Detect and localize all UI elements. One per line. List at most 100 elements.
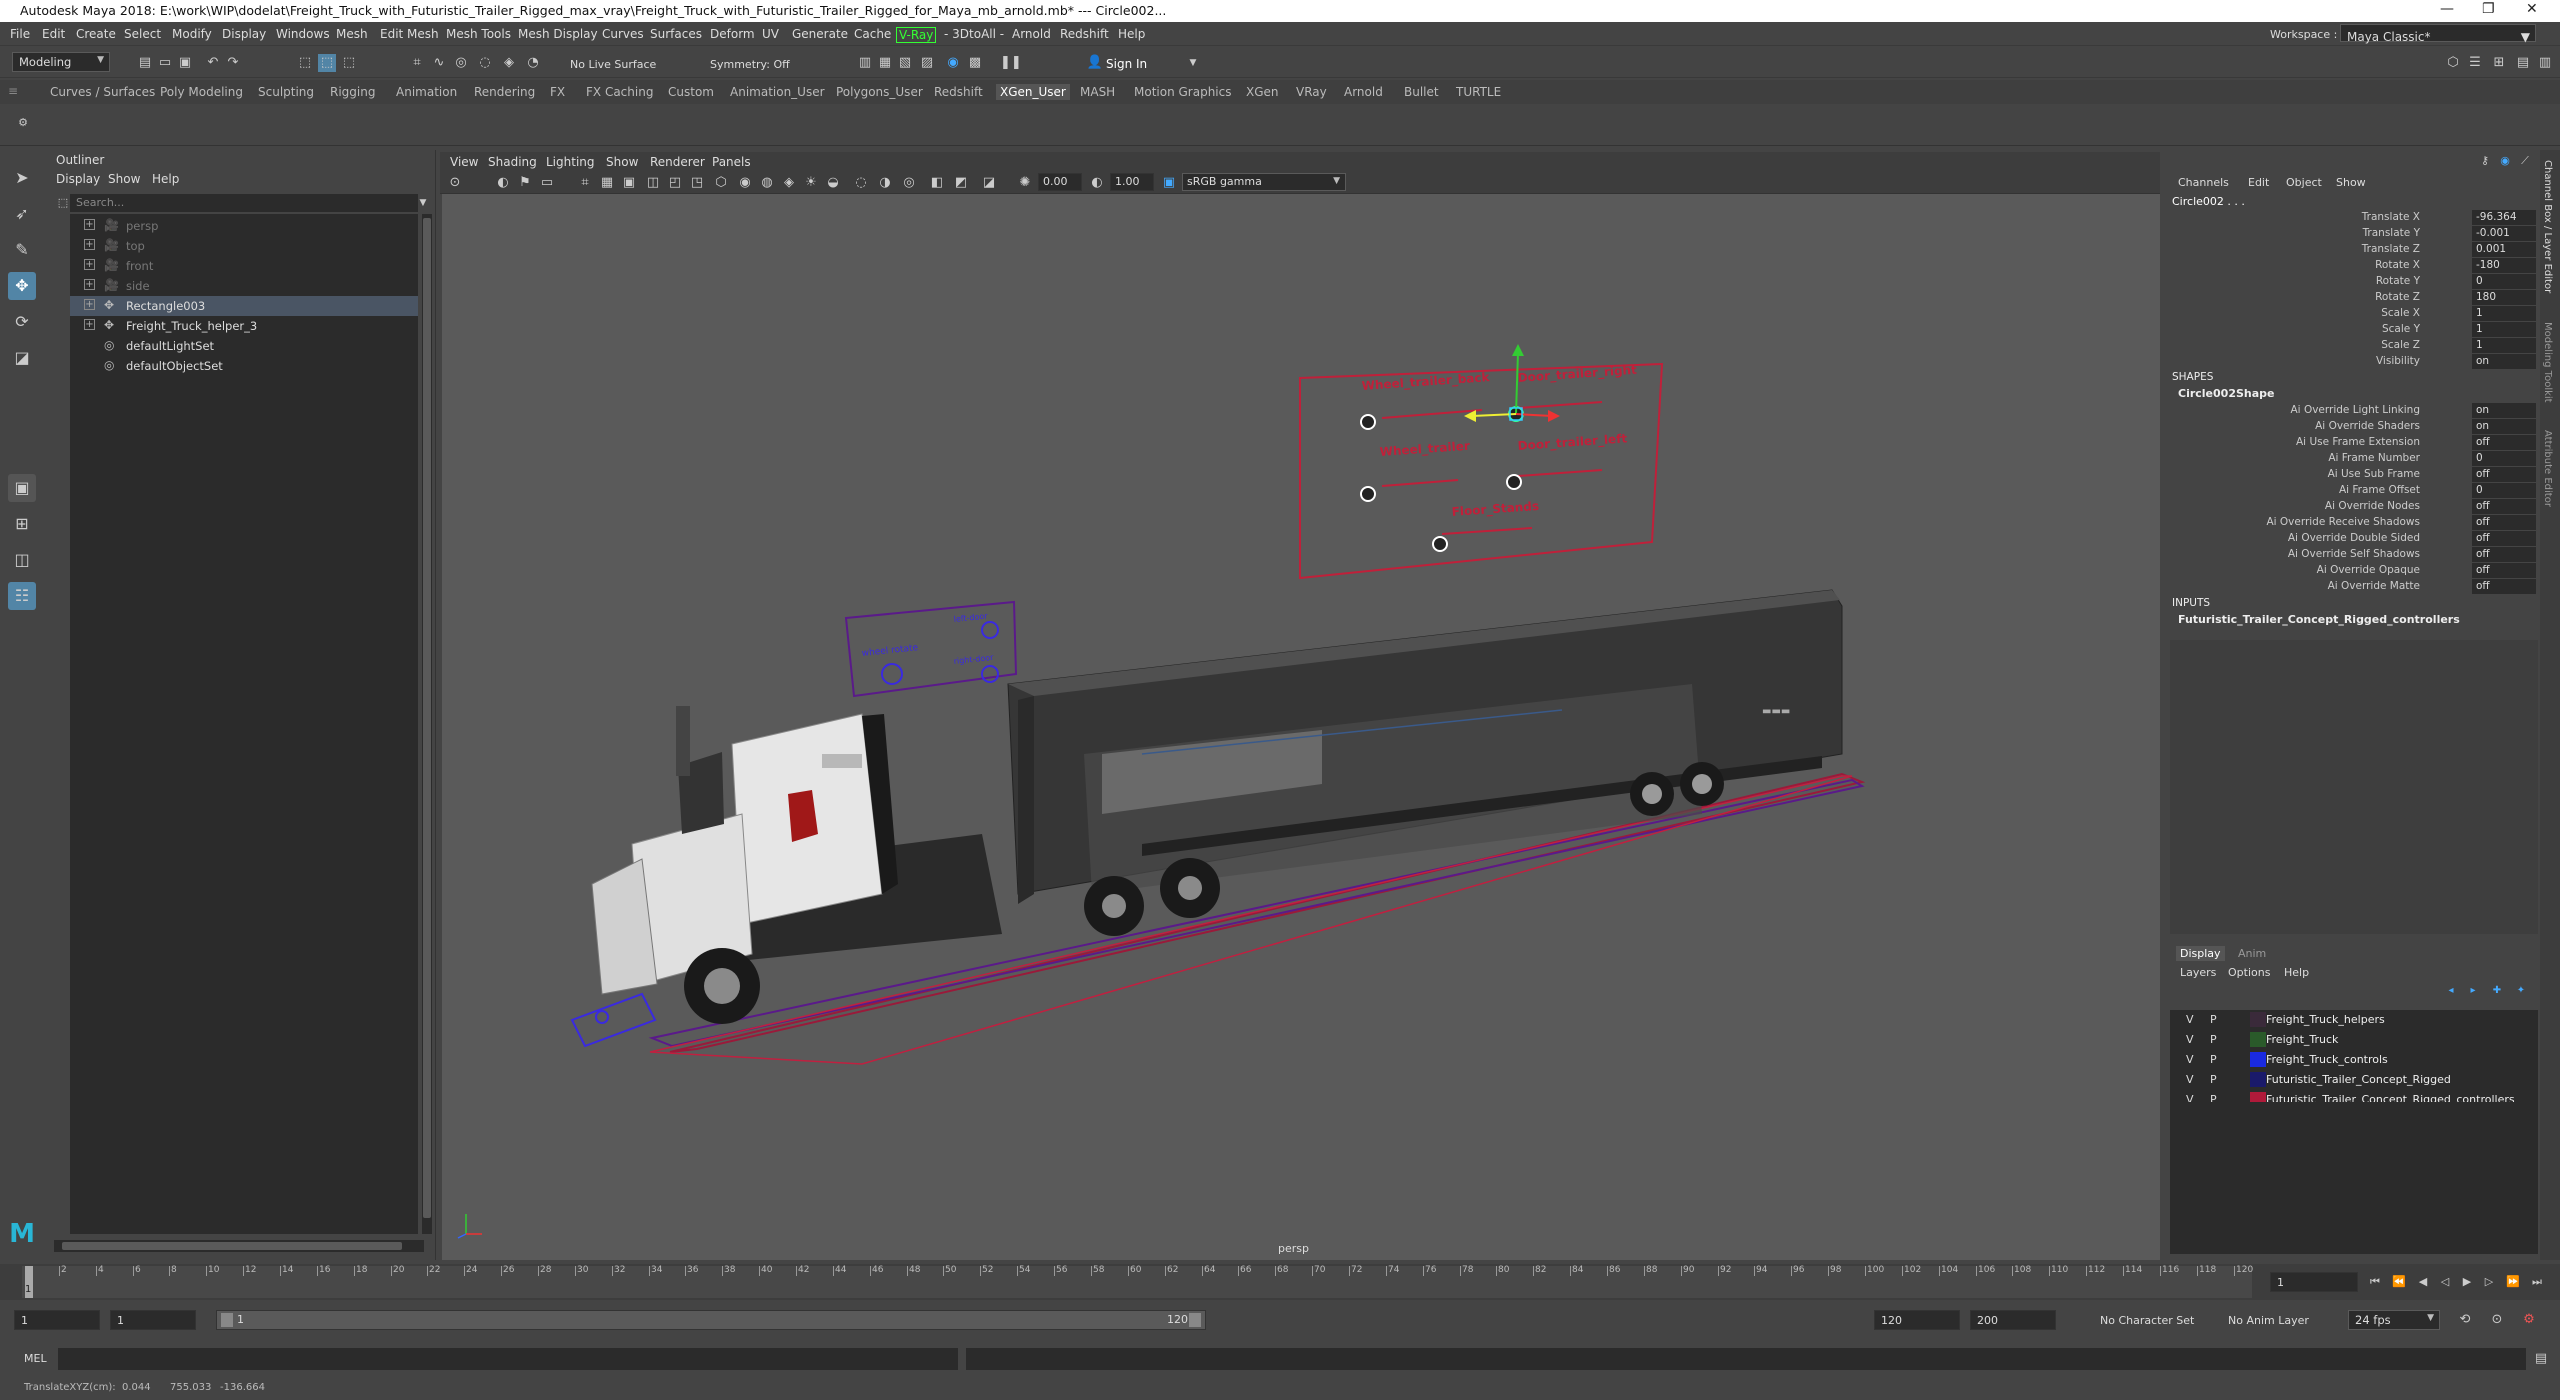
hypershade-icon[interactable]: ◉ <box>944 54 962 72</box>
cb-attr-value[interactable]: off <box>2472 579 2536 594</box>
cb-attr-value[interactable]: off <box>2472 499 2536 514</box>
xray-icon[interactable]: ◩ <box>952 174 970 192</box>
scrollbar-thumb[interactable] <box>423 218 431 1218</box>
left-door-controller[interactable] <box>981 621 999 639</box>
layer-playback-toggle[interactable]: P <box>2210 1033 2217 1046</box>
menu-mesh-tools[interactable]: Mesh Tools <box>446 27 511 41</box>
layer-visibility-toggle[interactable]: V <box>2186 1033 2194 1046</box>
cb-attr-value[interactable]: 0 <box>2472 483 2536 498</box>
range-handle-left[interactable] <box>221 1313 233 1327</box>
menu-create[interactable]: Create <box>76 27 116 41</box>
cb-attr-row[interactable]: Ai Frame Offset 0 <box>2168 483 2540 499</box>
cb-attr-row[interactable]: Translate Z 0.001 <box>2168 242 2540 258</box>
tab-motion-graphics[interactable]: Motion Graphics <box>1134 85 1232 99</box>
outliner-layout-icon[interactable]: ☷ <box>8 582 36 610</box>
cb-attr-row[interactable]: Scale Z 1 <box>2168 338 2540 354</box>
cb-attr-value[interactable]: 1 <box>2472 306 2536 321</box>
outliner-item[interactable]: ◎ defaultLightSet <box>70 336 418 356</box>
current-frame-field[interactable]: 1 <box>2270 1272 2358 1292</box>
menu-help[interactable]: Help <box>1118 27 1145 41</box>
cb-attr-value[interactable]: 1 <box>2472 322 2536 337</box>
tab-animation-user[interactable]: Animation_User <box>730 85 825 99</box>
outliner-hscrollbar[interactable] <box>54 1240 424 1252</box>
snap-live-icon[interactable]: ◔ <box>524 54 542 72</box>
cb-attr-row[interactable]: Visibility on <box>2168 354 2540 370</box>
cb-attr-row[interactable]: Translate X -96.364 <box>2168 210 2540 226</box>
cb-attr-row[interactable]: Ai Override Double Sided off <box>2168 531 2540 547</box>
select-tool-icon[interactable]: ➤ <box>8 164 36 192</box>
vp-menu-show[interactable]: Show <box>606 155 638 169</box>
tab-attribute-editor[interactable]: Attribute Editor <box>2542 430 2553 507</box>
end-time-field[interactable]: 200 <box>1970 1310 2056 1330</box>
cb-attr-value[interactable]: 0.001 <box>2472 242 2536 257</box>
key-icon[interactable]: ⚷ <box>2476 152 2494 170</box>
layer-row[interactable]: V P Freight_Truck_helpers <box>2170 1010 2538 1030</box>
settings-icon[interactable]: ◉ <box>2496 152 2514 170</box>
move-layer-up-icon[interactable]: ◂ <box>2442 982 2460 1000</box>
film-gate-icon[interactable]: ▦ <box>598 174 616 192</box>
exposure-field[interactable]: 0.00 <box>1038 173 1082 191</box>
cb-attr-value[interactable]: off <box>2472 515 2536 530</box>
layer-editor-icon[interactable]: ▥ <box>2536 54 2554 72</box>
tab-xgen-user[interactable]: XGen_User <box>996 84 1070 100</box>
tab-fx[interactable]: FX <box>550 85 565 99</box>
isolate-select-icon[interactable]: ◧ <box>928 174 946 192</box>
preferences-icon[interactable]: ⚙ <box>2520 1311 2538 1329</box>
scale-tool-icon[interactable]: ◪ <box>8 344 36 372</box>
safe-action-icon[interactable]: ◰ <box>666 174 684 192</box>
undo-icon[interactable]: ↶ <box>204 54 222 72</box>
manipulator-z-arrow[interactable] <box>1548 410 1560 422</box>
cb-attr-row[interactable]: Rotate Y 0 <box>2168 274 2540 290</box>
cb-attr-row[interactable]: Ai Use Sub Frame off <box>2168 467 2540 483</box>
tool-settings-icon[interactable]: ⊞ <box>2490 54 2508 72</box>
anim-layer-dropdown[interactable]: No Anim Layer <box>2228 1314 2309 1327</box>
cb-attr-value[interactable]: off <box>2472 547 2536 562</box>
outliner-item[interactable]: ◎ defaultObjectSet <box>70 356 418 376</box>
menu-cache[interactable]: Cache <box>854 27 891 41</box>
four-view-icon[interactable]: ⊞ <box>8 510 36 538</box>
expand-icon[interactable]: + <box>84 219 95 230</box>
snap-curve-icon[interactable]: ∿ <box>430 54 448 72</box>
layer-row[interactable]: V P Freight_Truck_controls <box>2170 1050 2538 1070</box>
menu-select[interactable]: Select <box>124 27 161 41</box>
cb-menu-channels[interactable]: Channels <box>2178 176 2229 189</box>
scene-view[interactable]: ▬▬▬ left-door wheel rotate right-door Wh… <box>442 194 2160 1260</box>
outliner-menu-show[interactable]: Show <box>108 172 140 186</box>
layer-color-swatch[interactable] <box>2250 1052 2266 1067</box>
menu-modify[interactable]: Modify <box>172 27 212 41</box>
mode-dropdown[interactable]: Modeling ▼ <box>12 52 110 72</box>
outliner-item[interactable]: + ✥ Rectangle003 <box>70 296 418 316</box>
cb-attr-row[interactable]: Ai Use Frame Extension off <box>2168 435 2540 451</box>
viewport-persp[interactable]: ▬▬▬ left-door wheel rotate right-door Wh… <box>442 194 2160 1260</box>
command-input[interactable] <box>58 1348 958 1370</box>
tab-turtle[interactable]: TURTLE <box>1456 85 1501 99</box>
shelf-options-icon[interactable]: ≡ <box>8 84 18 98</box>
wireframe-icon[interactable]: ⬡ <box>712 174 730 192</box>
menu-generate[interactable]: Generate <box>792 27 848 41</box>
outliner-item[interactable]: + 🎥 front <box>70 256 418 276</box>
front-controller[interactable] <box>570 992 657 1048</box>
anti-alias-icon[interactable]: ◎ <box>900 174 918 192</box>
cb-attr-value[interactable]: -96.364 <box>2472 210 2536 225</box>
attribute-editor-icon[interactable]: ☰ <box>2466 54 2484 72</box>
render-view-icon[interactable]: ▩ <box>966 54 984 72</box>
cb-attr-row[interactable]: Ai Override Opaque off <box>2168 563 2540 579</box>
lasso-tool-icon[interactable]: ➶ <box>8 200 36 228</box>
scrollbar-thumb[interactable] <box>62 1242 402 1250</box>
go-to-start-icon[interactable]: ⏮ <box>2366 1273 2384 1291</box>
single-view-icon[interactable]: ▣ <box>8 474 36 502</box>
cb-attr-value[interactable]: 0 <box>2472 274 2536 289</box>
cb-attr-row[interactable]: Ai Override Matte off <box>2168 579 2540 595</box>
color-space-dropdown[interactable]: sRGB gamma ▼ <box>1182 173 1346 191</box>
tab-custom[interactable]: Custom <box>668 85 714 99</box>
camera-attributes-icon[interactable]: ◐ <box>494 174 512 192</box>
auto-key-icon[interactable]: ⊙ <box>2488 1311 2506 1329</box>
tab-vray[interactable]: VRay <box>1296 85 1327 99</box>
menu-surfaces[interactable]: Surfaces <box>650 27 702 41</box>
redo-icon[interactable]: ↷ <box>224 54 242 72</box>
tab-modeling-toolkit[interactable]: Modeling Toolkit <box>2542 322 2553 403</box>
menu-file[interactable]: File <box>10 27 30 41</box>
step-forward-key-icon[interactable]: ⏩ <box>2504 1273 2522 1291</box>
cb-attr-value[interactable]: 0 <box>2472 451 2536 466</box>
menu-mesh-display[interactable]: Mesh Display <box>518 27 598 41</box>
